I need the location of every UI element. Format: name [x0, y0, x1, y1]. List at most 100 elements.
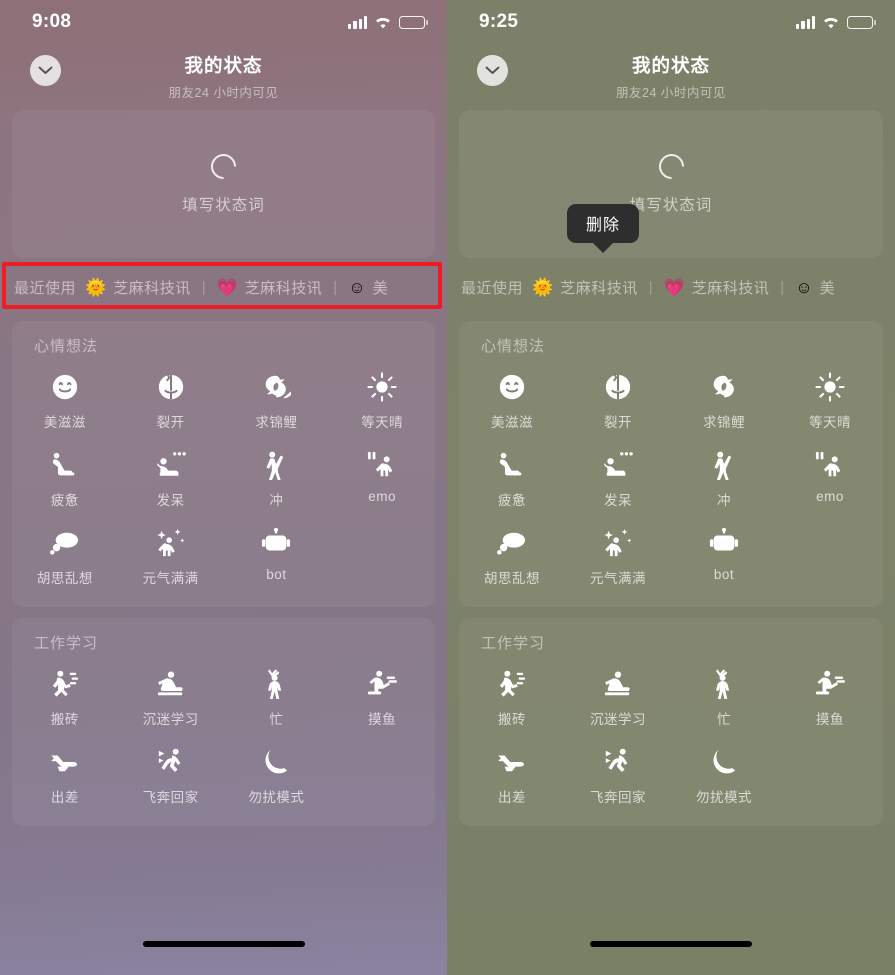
status-option-label: 疲惫 [498, 493, 526, 508]
koi-fish-icon [261, 370, 292, 404]
busy-person-icon [263, 667, 289, 701]
mood-grid: 美滋滋 裂开 求锦鲤 等天晴 疲惫 发呆 冲 emo 胡思乱想 元气满满 bot [12, 370, 435, 587]
recent-item[interactable]: ☺ 美 [348, 277, 388, 298]
status-option[interactable]: 勿扰模式 [224, 745, 330, 806]
status-option[interactable]: bot [224, 526, 330, 587]
page-header: 我的状态 朋友24 小时内可见 [447, 44, 895, 110]
separator: | [648, 278, 653, 296]
status-option-label: emo [816, 489, 844, 504]
slacking-person-icon [814, 667, 846, 701]
running-home-icon [603, 745, 633, 779]
studying-person-icon [602, 667, 634, 701]
recent-used-row[interactable]: 最近使用 🌞 芝麻科技讯 | 💗 芝麻科技讯 | ☺ 美 [447, 264, 895, 310]
status-option[interactable]: 元气满满 [118, 526, 224, 587]
recent-item[interactable]: 💗 芝麻科技讯 [664, 277, 770, 298]
recent-item[interactable]: 💗 芝麻科技讯 [217, 277, 323, 298]
sparkle-energy-icon [155, 526, 187, 560]
status-option-label: 出差 [498, 790, 526, 805]
section-work: 工作学习 搬砖 沉迷学习 忙 摸鱼 出差 飞奔回家 勿扰模式 [459, 618, 883, 826]
cheering-person-icon [711, 448, 737, 482]
status-word-card[interactable]: 填写状态词 [12, 110, 435, 258]
status-option[interactable]: 冲 [224, 448, 330, 509]
chevron-down-icon[interactable] [477, 55, 508, 86]
daze-person-icon [155, 448, 187, 482]
status-option[interactable]: 胡思乱想 [12, 526, 118, 587]
emo-person-icon [366, 448, 398, 482]
page-title: 我的状态 [184, 55, 263, 76]
tired-person-icon [496, 448, 528, 482]
status-option[interactable]: emo [329, 448, 435, 509]
status-option[interactable]: 搬砖 [12, 667, 118, 728]
brick-carrier-icon [50, 667, 80, 701]
status-option[interactable]: 飞奔回家 [118, 745, 224, 806]
robot-icon [261, 526, 291, 560]
status-option[interactable]: 发呆 [565, 448, 671, 509]
recent-item-label: 芝麻科技讯 [113, 279, 191, 297]
status-option[interactable]: 勿扰模式 [671, 745, 777, 806]
status-option-label: 元气满满 [590, 571, 646, 586]
koi-fish-icon [709, 370, 739, 404]
status-option[interactable]: 求锦鲤 [224, 370, 330, 431]
status-option-label: 裂开 [604, 415, 632, 430]
status-bar-indicators [348, 15, 428, 29]
status-option[interactable]: 忙 [224, 667, 330, 728]
chevron-down-icon[interactable] [30, 55, 61, 86]
smile-emoji: ☺ [348, 277, 366, 297]
status-option[interactable]: 疲惫 [12, 448, 118, 509]
status-option[interactable]: 等天晴 [777, 370, 883, 431]
recent-item[interactable]: 🌞 芝麻科技讯 [532, 277, 638, 298]
recent-used-row[interactable]: 最近使用 🌞 芝麻科技讯 | 💗 芝麻科技讯 | ☺ 美 [0, 264, 447, 310]
page-title: 我的状态 [631, 55, 710, 76]
status-option[interactable]: 冲 [671, 448, 777, 509]
status-option-label: bot [266, 567, 287, 582]
status-option[interactable]: 摸鱼 [777, 667, 883, 728]
status-option[interactable]: 等天晴 [329, 370, 435, 431]
status-option-label: 疲惫 [50, 493, 79, 508]
section-work: 工作学习 搬砖 沉迷学习 忙 摸鱼 出差 飞奔回家 勿扰模式 [12, 618, 435, 826]
sun-emoji: 🌞 [532, 277, 554, 297]
recent-item-label: 芝麻科技讯 [691, 279, 770, 297]
status-option[interactable]: emo [777, 448, 883, 509]
delete-tooltip[interactable]: 删除 [567, 204, 640, 243]
status-option[interactable]: 美滋滋 [12, 370, 118, 431]
recent-item[interactable]: ☺ 美 [795, 277, 835, 298]
tired-person-icon [49, 448, 81, 482]
status-option[interactable]: 裂开 [565, 370, 671, 431]
status-option[interactable]: 飞奔回家 [565, 745, 671, 806]
sun-icon [815, 370, 845, 404]
status-option[interactable]: 疲惫 [459, 448, 565, 509]
status-option[interactable]: 沉迷学习 [565, 667, 671, 728]
status-option[interactable]: 搬砖 [459, 667, 565, 728]
status-option[interactable]: 出差 [459, 745, 565, 806]
airplane-icon [49, 745, 81, 779]
status-option[interactable]: 美滋滋 [459, 370, 565, 431]
status-option[interactable]: 裂开 [118, 370, 224, 431]
status-option[interactable]: 胡思乱想 [459, 526, 565, 587]
status-option[interactable]: 忙 [671, 667, 777, 728]
separator: | [201, 278, 206, 296]
phone-screen-left: 9:08 我的状态 朋友24 小时内可见 填写状态词 最近使用 🌞 芝麻科技讯 … [0, 0, 447, 975]
separator: | [333, 278, 338, 296]
status-option[interactable]: bot [671, 526, 777, 587]
airplane-icon [496, 745, 528, 779]
page-subtitle: 朋友24 小时内可见 [168, 86, 279, 100]
page-header: 我的状态 朋友24 小时内可见 [0, 44, 447, 110]
status-option[interactable]: 摸鱼 [329, 667, 435, 728]
status-option[interactable]: 沉迷学习 [118, 667, 224, 728]
heart-emoji: 💗 [216, 277, 238, 297]
smiley-face-icon [497, 370, 527, 404]
thought-cloud-icon [496, 526, 528, 560]
recent-item[interactable]: 🌞 芝麻科技讯 [85, 277, 191, 298]
recent-item-label: 美 [819, 279, 836, 297]
status-word-card[interactable]: 填写状态词 [459, 110, 883, 258]
cheering-person-icon [263, 448, 289, 482]
status-option[interactable]: 发呆 [118, 448, 224, 509]
smile-emoji: ☺ [795, 277, 813, 297]
status-option[interactable]: 求锦鲤 [671, 370, 777, 431]
status-option-label: 沉迷学习 [590, 712, 646, 727]
status-bar-indicators [796, 15, 876, 29]
status-option-label: 冲 [717, 493, 731, 508]
status-option[interactable]: 元气满满 [565, 526, 671, 587]
status-option-label: 元气满满 [142, 571, 199, 586]
status-option[interactable]: 出差 [12, 745, 118, 806]
